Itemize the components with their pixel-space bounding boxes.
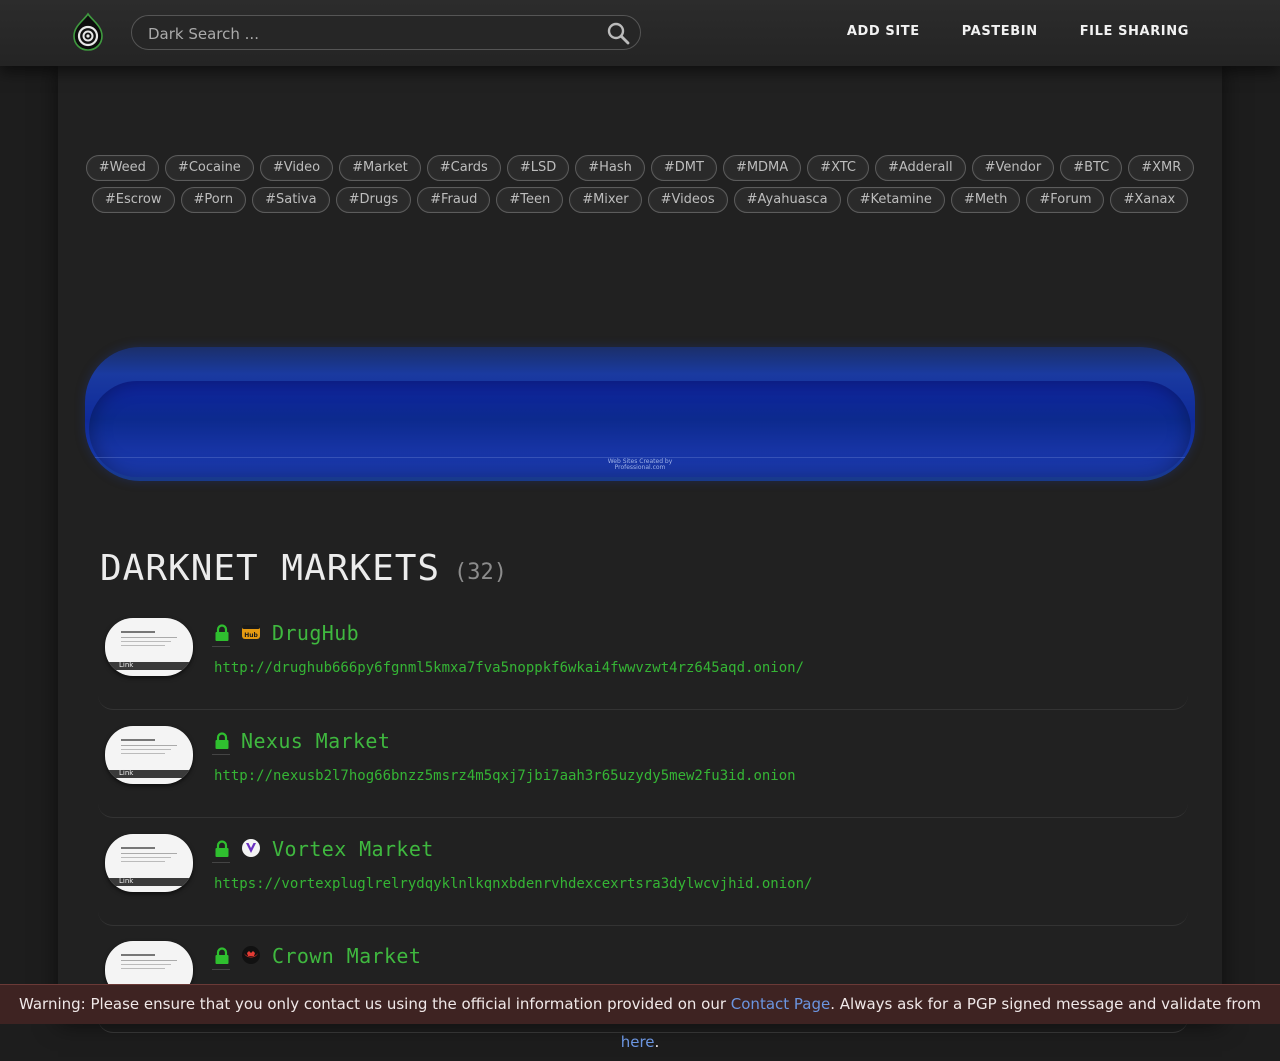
market-name-link[interactable]: Nexus Market	[241, 729, 390, 753]
tag-chip[interactable]: #Porn	[180, 187, 247, 213]
market-name-link[interactable]: Vortex Market	[272, 837, 434, 861]
nav-file-sharing[interactable]: FILE SHARING	[1080, 24, 1189, 39]
thumbnail-line	[121, 964, 171, 965]
tag-chip[interactable]: #Forum	[1026, 187, 1105, 213]
lock-underline	[212, 862, 230, 863]
top-navigation-bar: ADD SITE PASTEBIN FILE SHARING	[0, 0, 1280, 66]
tag-chip[interactable]: #Fraud	[417, 187, 491, 213]
tag-chip[interactable]: #BTC	[1060, 155, 1123, 181]
thumbnail-line	[121, 745, 177, 746]
thumbnail-line	[121, 739, 155, 741]
tag-chip[interactable]: #Cocaine	[164, 155, 254, 181]
tag-chip[interactable]: #Adderall	[875, 155, 966, 181]
thumbnail-line	[121, 637, 177, 638]
list-item: Link Nexus Market http://nexusb2l7hog66bnz…	[98, 710, 1188, 818]
contact-page-link[interactable]: Contact Page	[731, 995, 830, 1013]
thumbnail-line	[121, 753, 165, 754]
drughub-logo-icon: Hub	[241, 622, 261, 642]
eye-logo-icon[interactable]	[70, 12, 106, 52]
tag-chip[interactable]: #Escrow	[91, 187, 175, 213]
thumbnail-line	[121, 847, 155, 849]
site-thumbnail[interactable]: Link	[105, 618, 193, 676]
pgp-validation-link[interactable]: here	[621, 1033, 655, 1051]
tag-chip[interactable]: #MDMA	[722, 155, 802, 181]
tag-chip[interactable]: #Vendor	[971, 155, 1055, 181]
tag-chip[interactable]: #Cards	[426, 155, 501, 181]
market-name-link[interactable]: DrugHub	[272, 621, 359, 645]
thumbnail-line	[121, 960, 177, 961]
thumbnail-line	[121, 857, 171, 858]
tag-chip[interactable]: #Xanax	[1110, 187, 1189, 213]
banner-text-line-2: Professional.com	[614, 464, 666, 471]
market-url-link[interactable]: https://vortexpluglrelrydqyklnlkqnxbdenr…	[214, 876, 812, 892]
lock-underline	[212, 969, 230, 970]
market-url-link[interactable]: http://nexusb2l7hog66bnzz5msrz4m5qxj7jbi…	[214, 768, 796, 784]
lock-icon	[214, 947, 230, 965]
nav-pastebin[interactable]: PASTEBIN	[962, 24, 1038, 39]
thumbnail-link-label: Link	[119, 661, 134, 669]
lock-icon	[214, 732, 230, 750]
thumbnail-link-label: Link	[119, 877, 134, 885]
market-name-link[interactable]: Crown Market	[272, 944, 421, 968]
item-separator	[98, 695, 1188, 710]
tag-chip[interactable]: #Ayahuasca	[733, 187, 841, 213]
thumbnail-line	[121, 631, 155, 633]
search-input[interactable]	[146, 16, 590, 51]
tag-chip[interactable]: #Hash	[575, 155, 645, 181]
tag-chip[interactable]: #Ketamine	[846, 187, 945, 213]
warning-banner: Warning: Please ensure that you only con…	[0, 984, 1280, 1051]
nav-add-site[interactable]: ADD SITE	[847, 24, 920, 39]
tag-chip[interactable]: #Teen	[496, 187, 564, 213]
tag-chip[interactable]: #Video	[259, 155, 334, 181]
tag-chip[interactable]: #LSD	[506, 155, 570, 181]
svg-text:Hub: Hub	[244, 632, 258, 639]
thumbnail-line	[121, 954, 155, 956]
section-title: DARKNET MARKETS	[100, 548, 441, 589]
lock-underline	[212, 754, 230, 755]
tag-chip[interactable]: #Meth	[950, 187, 1021, 213]
search-icon[interactable]	[606, 21, 630, 45]
tag-chip[interactable]: #Mixer	[569, 187, 642, 213]
vortex-logo-icon	[241, 838, 261, 858]
list-item: Link Hub DrugHub http://drughub666py6fgnml5…	[98, 602, 1188, 710]
tag-chip[interactable]: #Drugs	[335, 187, 412, 213]
market-url-link[interactable]: http://drughub666py6fgnml5kmxa7fva5noppk…	[214, 660, 804, 676]
warning-text-middle: . Always ask for a PGP signed message an…	[830, 995, 1262, 1013]
thumbnail-line	[121, 853, 177, 854]
tag-chip[interactable]: #Weed	[85, 155, 159, 181]
thumbnail-link-label: Link	[119, 769, 134, 777]
search-box	[131, 15, 641, 51]
tag-chip[interactable]: #XTC	[807, 155, 869, 181]
lock-underline	[212, 646, 230, 647]
warning-text-prefix: Warning: Please ensure that you only con…	[18, 995, 731, 1013]
main-nav: ADD SITE PASTEBIN FILE SHARING	[847, 24, 1189, 39]
thumbnail-line	[121, 861, 165, 862]
crown-logo-icon	[241, 945, 261, 965]
item-separator	[98, 803, 1188, 818]
tag-cloud: #Weed #Cocaine #Video #Market #Cards #LSD #Has…	[84, 155, 1196, 213]
section-count: (32)	[454, 560, 507, 585]
advertisement-banner[interactable]: Web Sites Created by Professional.com	[85, 347, 1195, 481]
tag-chip[interactable]: #DMT	[650, 155, 717, 181]
warning-text-suffix: .	[654, 1033, 660, 1051]
tag-chip[interactable]: #Videos	[647, 187, 728, 213]
tag-chip[interactable]: #XMR	[1128, 155, 1195, 181]
thumbnail-line	[121, 749, 171, 750]
list-item: Link Vortex Market https://vortexpluglrelr…	[98, 818, 1188, 926]
thumbnail-line	[121, 968, 165, 969]
thumbnail-line	[121, 645, 165, 646]
site-thumbnail[interactable]: Link	[105, 726, 193, 784]
item-separator	[98, 911, 1188, 926]
tag-chip[interactable]: #Sativa	[252, 187, 330, 213]
thumbnail-line	[121, 641, 171, 642]
tag-chip[interactable]: #Market	[339, 155, 421, 181]
lock-icon	[214, 840, 230, 858]
site-thumbnail[interactable]: Link	[105, 834, 193, 892]
lock-icon	[214, 624, 230, 642]
